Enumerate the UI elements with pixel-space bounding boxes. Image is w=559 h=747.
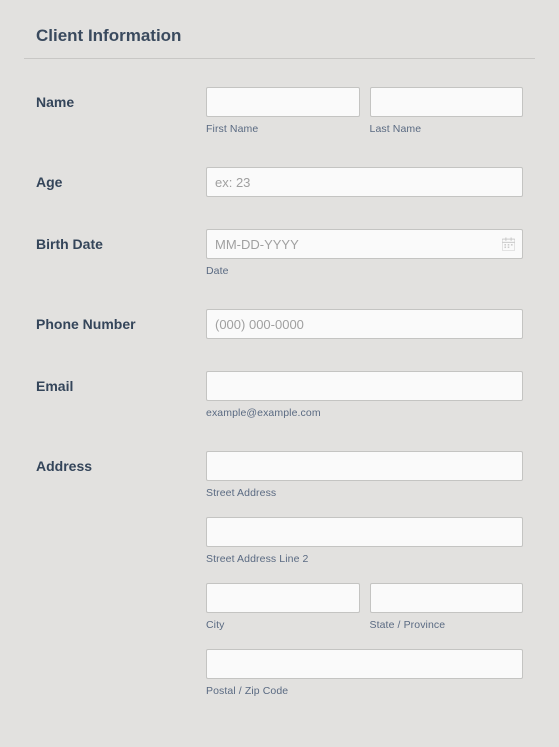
first-name-sublabel: First Name (206, 123, 360, 135)
field-row-email: Email example@example.com (24, 371, 535, 419)
street2-input[interactable] (206, 517, 523, 547)
field-row-phone: Phone Number (24, 309, 535, 339)
first-name-input[interactable] (206, 87, 360, 117)
field-row-name: Name First Name Last Name (24, 87, 535, 135)
state-input[interactable] (370, 583, 524, 613)
age-input[interactable] (206, 167, 523, 197)
address-label: Address (36, 451, 206, 474)
phone-label: Phone Number (36, 309, 206, 332)
birthdate-sublabel: Date (206, 265, 523, 277)
last-name-sublabel: Last Name (370, 123, 524, 135)
city-sublabel: City (206, 619, 360, 631)
email-sublabel: example@example.com (206, 407, 523, 419)
street-sublabel: Street Address (206, 487, 523, 499)
field-row-address: Address Street Address Street Address Li… (24, 451, 535, 697)
form-container: Client Information Name First Name Last … (0, 0, 559, 747)
email-input[interactable] (206, 371, 523, 401)
age-label: Age (36, 167, 206, 190)
street-input[interactable] (206, 451, 523, 481)
calendar-icon[interactable] (502, 238, 515, 251)
last-name-input[interactable] (370, 87, 524, 117)
postal-input[interactable] (206, 649, 523, 679)
field-row-birthdate: Birth Date Date (24, 229, 535, 277)
birthdate-label: Birth Date (36, 229, 206, 252)
city-input[interactable] (206, 583, 360, 613)
field-row-age: Age (24, 167, 535, 197)
street2-sublabel: Street Address Line 2 (206, 553, 523, 565)
birthdate-input[interactable] (206, 229, 523, 259)
email-label: Email (36, 371, 206, 394)
name-label: Name (36, 87, 206, 110)
state-sublabel: State / Province (370, 619, 524, 631)
postal-sublabel: Postal / Zip Code (206, 685, 523, 697)
section-header: Client Information (24, 18, 535, 59)
phone-input[interactable] (206, 309, 523, 339)
